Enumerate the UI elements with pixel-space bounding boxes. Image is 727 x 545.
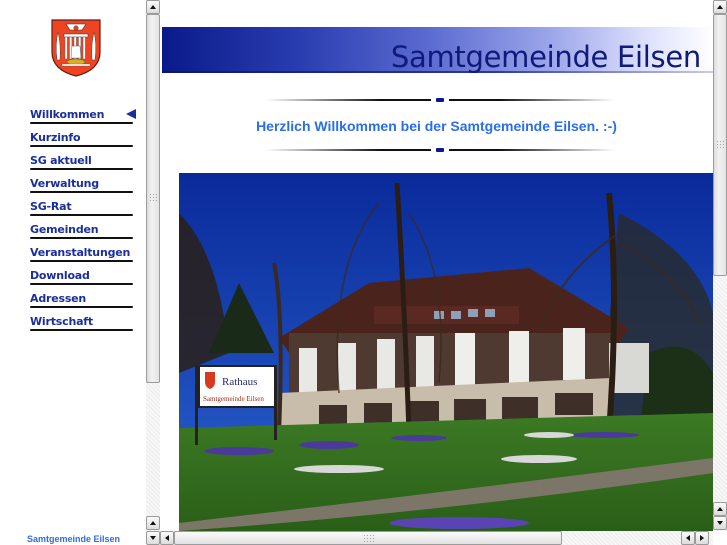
- nav-item-verwaltung[interactable]: Verwaltung: [30, 175, 134, 198]
- nav-underline: [30, 168, 133, 170]
- nav-item-label: Kurzinfo: [30, 131, 81, 144]
- grip-icon: [149, 193, 157, 203]
- divider-line: [449, 149, 615, 151]
- active-arrow-icon: [126, 109, 136, 119]
- grip-icon: [716, 140, 724, 150]
- main-frame-horizontal-scrollbar[interactable]: [160, 531, 713, 545]
- scroll-down-button[interactable]: [713, 516, 727, 530]
- top-divider: [265, 97, 615, 103]
- nav-underline: [30, 283, 133, 285]
- arrow-up-icon: [150, 5, 156, 9]
- nav-underline: [30, 237, 133, 239]
- divider-ornament: [436, 98, 444, 102]
- nav-item-label: Adressen: [30, 292, 87, 305]
- nav-item-veranstaltungen[interactable]: Veranstaltungen: [30, 244, 134, 267]
- sign-subtitle: Samtgemeinde Eilsen: [203, 395, 264, 403]
- nav-item-sg-rat[interactable]: SG-Rat: [30, 198, 134, 221]
- main-content-frame: Samtgemeinde Eilsen Herzlich Willkommen …: [160, 0, 713, 531]
- nav-underline: [30, 260, 133, 262]
- scrollbar-thumb[interactable]: [713, 14, 727, 276]
- rathaus-photo: Rathaus Samtgemeinde Eilsen: [179, 173, 713, 531]
- arrow-left-icon: [686, 535, 690, 541]
- arrow-down-icon: [150, 536, 156, 540]
- divider-ornament: [436, 148, 444, 152]
- arrow-down-icon: [717, 521, 723, 525]
- grip-icon: [363, 534, 375, 542]
- scrollbar-thumb[interactable]: [146, 14, 160, 383]
- arrow-right-icon: [700, 535, 704, 541]
- site-title: Samtgemeinde Eilsen: [390, 40, 701, 74]
- browser-frameset: Willkommen Kurzinfo SG aktuell Verwaltun…: [0, 0, 727, 545]
- arrow-up-icon: [717, 507, 723, 511]
- coat-of-arms-icon: [51, 19, 101, 77]
- nav-underline: [30, 191, 133, 193]
- nav-item-gemeinden[interactable]: Gemeinden: [30, 221, 134, 244]
- scroll-up-button-bottom[interactable]: [146, 516, 160, 530]
- nav-item-kurzinfo[interactable]: Kurzinfo: [30, 129, 134, 152]
- nav-item-label: SG-Rat: [30, 200, 72, 213]
- scroll-up-button[interactable]: [713, 0, 727, 14]
- bottom-divider: [265, 147, 615, 153]
- arrow-up-icon: [150, 521, 156, 525]
- nav-underline: [30, 306, 133, 308]
- scroll-left-button[interactable]: [160, 531, 174, 545]
- nav-item-label: Download: [30, 269, 90, 282]
- nav-item-label: Verwaltung: [30, 177, 99, 190]
- nav-item-label: Wirtschaft: [30, 315, 93, 328]
- left-navigation-frame: Willkommen Kurzinfo SG aktuell Verwaltun…: [0, 0, 145, 545]
- nav-underline: [30, 329, 133, 331]
- nav-item-label: Veranstaltungen: [30, 246, 131, 259]
- arrow-left-icon: [165, 535, 169, 541]
- nav-item-download[interactable]: Download: [30, 267, 134, 290]
- scroll-up-button-bottom[interactable]: [713, 502, 727, 516]
- divider-line: [265, 99, 431, 101]
- nav-underline: [30, 214, 133, 216]
- nav-item-wirtschaft[interactable]: Wirtschaft: [30, 313, 134, 336]
- scroll-up-button[interactable]: [146, 0, 160, 14]
- nav-item-label: Willkommen: [30, 108, 105, 121]
- left-frame-vertical-scrollbar[interactable]: [146, 0, 160, 531]
- divider-line: [449, 99, 615, 101]
- scrollbar-thumb[interactable]: [174, 531, 562, 545]
- nav-item-adressen[interactable]: Adressen: [30, 290, 134, 313]
- welcome-heading: Herzlich Willkommen bei der Samtgemeinde…: [256, 118, 617, 134]
- nav-underline: [30, 145, 133, 147]
- main-navigation: Willkommen Kurzinfo SG aktuell Verwaltun…: [30, 106, 136, 336]
- sign-title: Rathaus: [222, 376, 257, 388]
- main-frame-vertical-scrollbar[interactable]: [713, 0, 727, 531]
- nav-item-label: SG aktuell: [30, 154, 92, 167]
- arrow-up-icon: [717, 5, 723, 9]
- scroll-left-button-right[interactable]: [681, 531, 695, 545]
- nav-item-willkommen[interactable]: Willkommen: [30, 106, 136, 129]
- scroll-right-button[interactable]: [695, 531, 709, 545]
- nav-underline: [30, 122, 133, 124]
- scroll-down-button[interactable]: [146, 531, 160, 545]
- footer-label: Samtgemeinde Eilsen: [27, 534, 121, 544]
- divider-line: [265, 149, 431, 151]
- nav-item-label: Gemeinden: [30, 223, 99, 236]
- nav-item-sg-aktuell[interactable]: SG aktuell: [30, 152, 134, 175]
